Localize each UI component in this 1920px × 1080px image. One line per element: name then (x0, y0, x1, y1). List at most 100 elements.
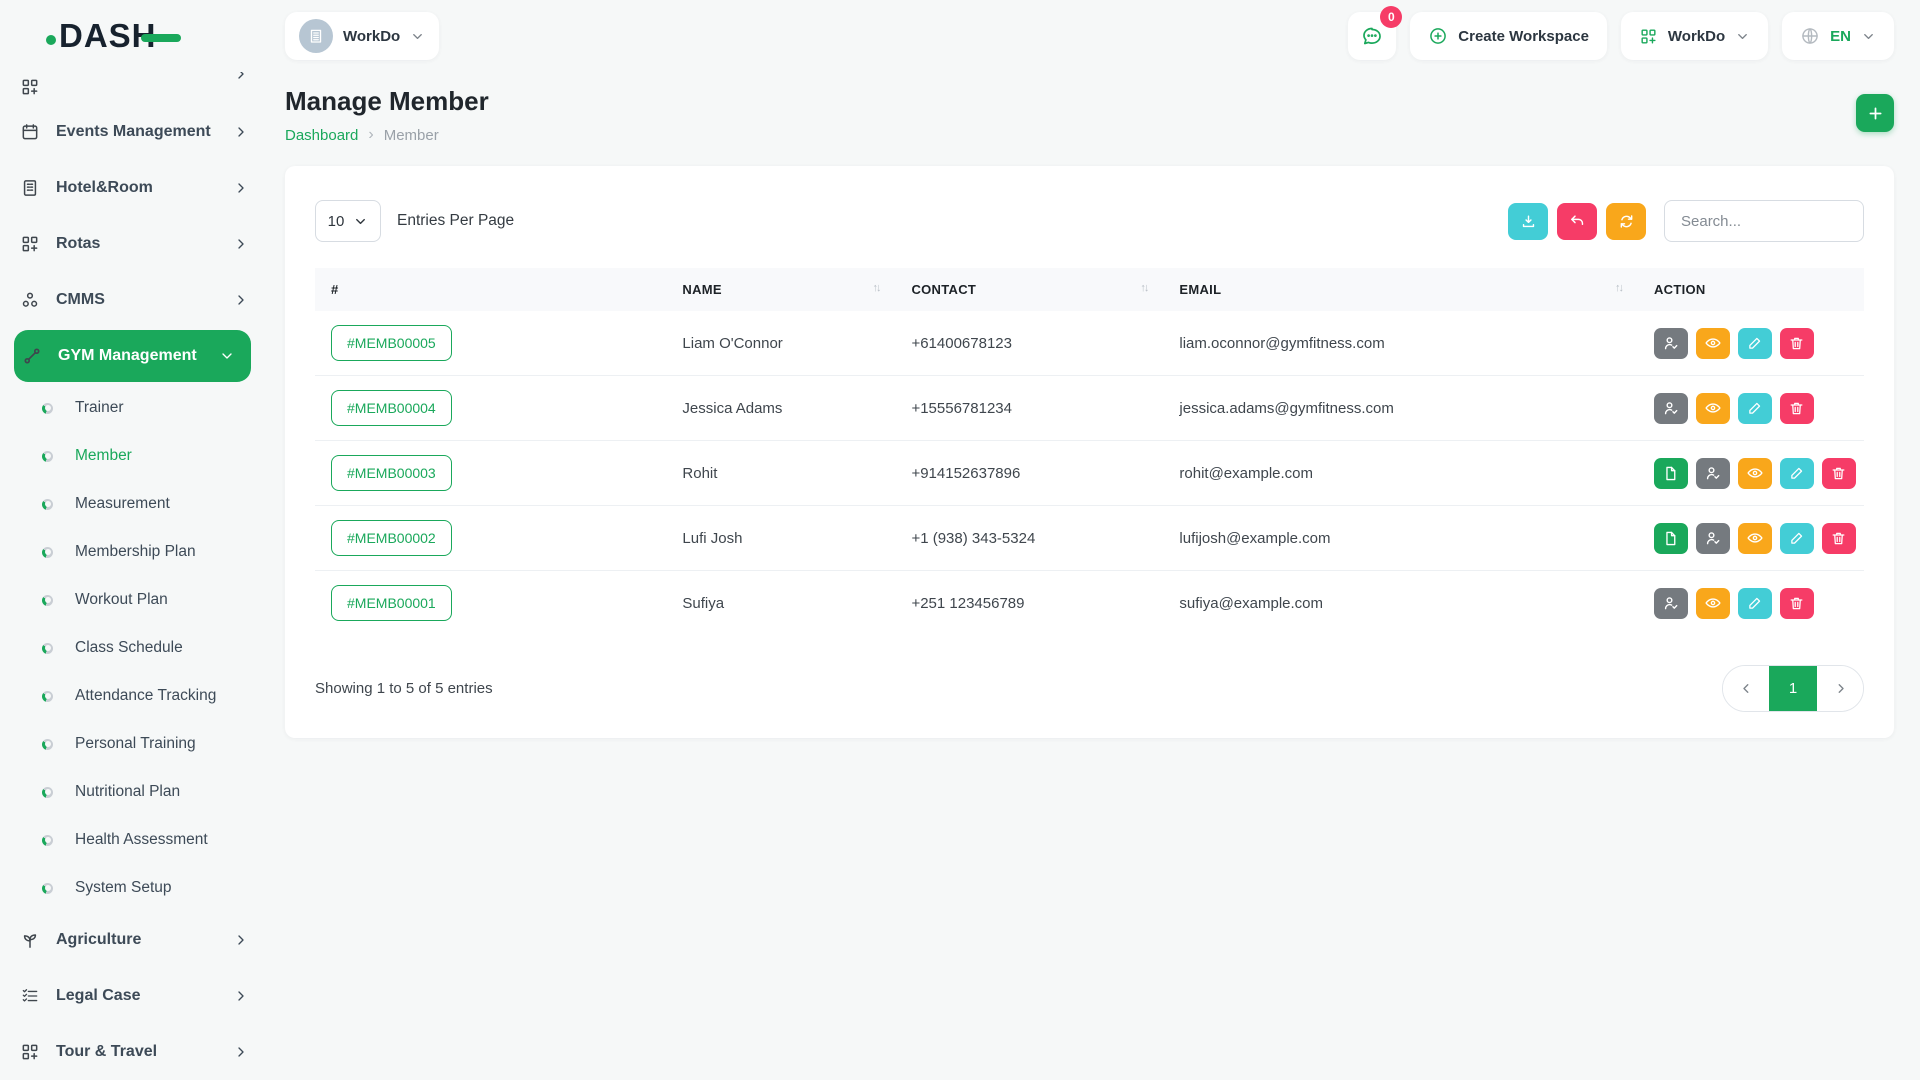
login-as-member-button[interactable] (1696, 523, 1730, 554)
edit-button[interactable] (1738, 588, 1772, 619)
edit-button[interactable] (1738, 393, 1772, 424)
sidebar-item-gym-management[interactable]: GYM Management (14, 330, 251, 382)
sidebar-subitem-measurement[interactable]: Measurement (14, 480, 265, 528)
search-input[interactable] (1664, 200, 1864, 242)
sidebar-subitem-health-assessment[interactable]: Health Assessment (14, 816, 265, 864)
view-button[interactable] (1738, 523, 1772, 554)
sidebar-subitem-membership-plan[interactable]: Membership Plan (14, 528, 265, 576)
member-id-badge[interactable]: #MEMB00004 (331, 390, 452, 426)
edit-button[interactable] (1738, 328, 1772, 359)
chevron-right-icon: › (368, 126, 373, 144)
refresh-button[interactable] (1606, 203, 1646, 240)
trash-icon (1830, 465, 1847, 482)
reset-button[interactable] (1557, 203, 1597, 240)
delete-button[interactable] (1780, 588, 1814, 619)
pagination-next-button[interactable] (1817, 666, 1863, 711)
sort-icon[interactable]: ↑↓ (1615, 282, 1622, 294)
member-id-badge[interactable]: #MEMB00003 (331, 455, 452, 491)
member-name: Jessica Adams (666, 376, 895, 441)
language-button[interactable]: EN (1782, 12, 1894, 60)
member-id-badge[interactable]: #MEMB00005 (331, 325, 452, 361)
member-id-badge[interactable]: #MEMB00002 (331, 520, 452, 556)
sidebar-subitem-member[interactable]: Member (14, 432, 265, 480)
bullet-icon (42, 547, 53, 558)
sidebar-subitem-class-schedule[interactable]: Class Schedule (14, 624, 265, 672)
trash-icon (1788, 335, 1805, 352)
eye-icon (1704, 399, 1722, 417)
chevron-down-icon (410, 29, 425, 44)
view-button[interactable] (1738, 458, 1772, 489)
column-header-name[interactable]: NAME↑↓ (666, 268, 895, 311)
chevron-down-icon (219, 348, 235, 364)
chevron-down-icon (1735, 29, 1750, 44)
login-as-member-button[interactable] (1654, 588, 1688, 619)
column-header-email[interactable]: EMAIL↑↓ (1163, 268, 1638, 311)
sidebar-item-tour-travel[interactable]: Tour & Travel (14, 1024, 265, 1080)
add-member-button[interactable] (1856, 94, 1894, 132)
login-as-member-button[interactable] (1654, 328, 1688, 359)
chevron-right-icon (233, 988, 249, 1004)
documents-button[interactable] (1654, 523, 1688, 554)
view-button[interactable] (1696, 588, 1730, 619)
sidebar-item-agriculture[interactable]: Agriculture (14, 912, 265, 968)
member-email: lufijosh@example.com (1163, 506, 1638, 571)
member-email: liam.oconnor@gymfitness.com (1163, 311, 1638, 376)
member-row: #MEMB00004Jessica Adams+15556781234jessi… (315, 376, 1864, 441)
messages-button[interactable]: 0 (1348, 12, 1396, 60)
breadcrumb-dashboard-link[interactable]: Dashboard (285, 127, 358, 144)
view-button[interactable] (1696, 328, 1730, 359)
delete-button[interactable] (1822, 523, 1856, 554)
sidebar-item-rotas[interactable]: Rotas (14, 216, 265, 272)
documents-button[interactable] (1654, 458, 1688, 489)
sidebar-subitem-nutritional-plan[interactable]: Nutritional Plan (14, 768, 265, 816)
login-as-member-button[interactable] (1696, 458, 1730, 489)
bullet-icon (42, 883, 53, 894)
sidebar-subitem-personal-training[interactable]: Personal Training (14, 720, 265, 768)
edit-button[interactable] (1780, 523, 1814, 554)
sort-icon[interactable]: ↑↓ (1140, 282, 1147, 294)
workspace-switcher[interactable]: WorkDo (285, 12, 439, 60)
column-header-contact[interactable]: CONTACT↑↓ (895, 268, 1163, 311)
export-button[interactable] (1508, 203, 1548, 240)
sidebar-item-cmms[interactable]: CMMS (14, 272, 265, 328)
language-code: EN (1830, 28, 1851, 45)
member-id-badge[interactable]: #MEMB00001 (331, 585, 452, 621)
pagination-page-1-button[interactable]: 1 (1769, 666, 1817, 711)
pagination-prev-button[interactable] (1723, 666, 1769, 711)
sidebar-subitem-attendance-tracking[interactable]: Attendance Tracking (14, 672, 265, 720)
member-name: Lufi Josh (666, 506, 895, 571)
member-row: #MEMB00002Lufi Josh+1 (938) 343-5324lufi… (315, 506, 1864, 571)
sidebar-item-label: Tour & Travel (56, 1043, 217, 1061)
delete-button[interactable] (1780, 328, 1814, 359)
sidebar-subitem-system-setup[interactable]: System Setup (14, 864, 265, 912)
sidebar-subitem-label: System Setup (75, 879, 172, 897)
sidebar-item-partial[interactable] (14, 72, 265, 102)
building-icon (20, 178, 40, 198)
app-menu-button[interactable]: WorkDo (1621, 12, 1768, 60)
trash-icon (1788, 595, 1805, 612)
member-row: #MEMB00001Sufiya+251 123456789sufiya@exa… (315, 571, 1864, 636)
view-button[interactable] (1696, 393, 1730, 424)
login-as-member-button[interactable] (1654, 393, 1688, 424)
sidebar-item-legal-case[interactable]: Legal Case (14, 968, 265, 1024)
delete-button[interactable] (1822, 458, 1856, 489)
plus-icon (1866, 104, 1885, 123)
sidebar-item-hotel-room[interactable]: Hotel&Room (14, 160, 265, 216)
member-table-card: 10 Entries Per Page (285, 166, 1894, 738)
bullet-icon (42, 787, 53, 798)
pencil-icon (1747, 595, 1763, 611)
topbar: WorkDo 0 Create Workspace (265, 0, 1920, 72)
sidebar-item-events-management[interactable]: Events Management (14, 104, 265, 160)
sort-icon[interactable]: ↑↓ (872, 282, 879, 294)
chevron-right-icon (233, 292, 249, 308)
entries-per-page-select[interactable]: 10 (315, 200, 381, 242)
sidebar-subitem-workout-plan[interactable]: Workout Plan (14, 576, 265, 624)
create-workspace-button[interactable]: Create Workspace (1410, 12, 1607, 60)
sidebar-subitem-trainer[interactable]: Trainer (14, 384, 265, 432)
dash-logo[interactable]: DASH (14, 0, 265, 72)
delete-button[interactable] (1780, 393, 1814, 424)
column-header-action: ACTION (1638, 268, 1864, 311)
chevron-right-icon (233, 72, 249, 82)
edit-button[interactable] (1780, 458, 1814, 489)
dumbbell-icon (22, 346, 42, 366)
